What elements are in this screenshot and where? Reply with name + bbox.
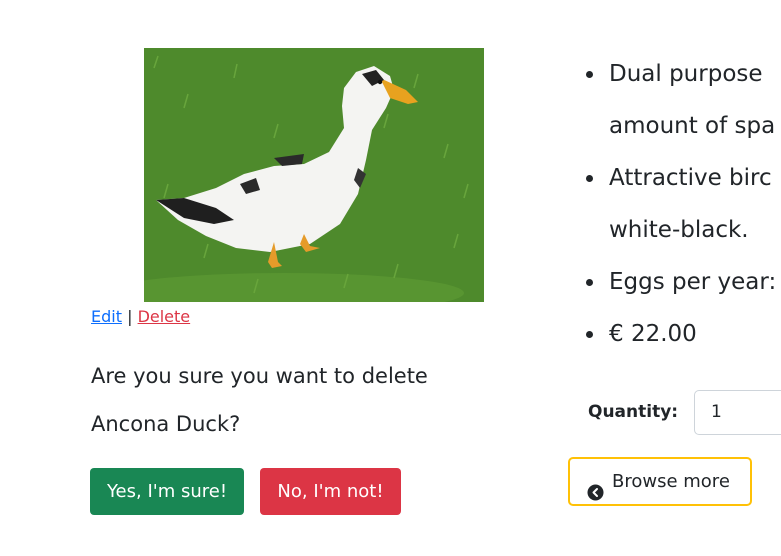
delete-confirmation-question: Are you sure you want to delete Ancona D… <box>91 364 428 436</box>
confirm-delete-button[interactable]: Yes, I'm sure! <box>90 468 244 515</box>
details-list-item: Dual purpose <box>583 48 781 100</box>
cancel-delete-button[interactable]: No, I'm not! <box>260 468 401 515</box>
browse-more-label: Browse more <box>612 471 730 492</box>
product-price: € 22.00 <box>583 308 781 360</box>
product-details: Dual purpose amount of spa Attractive bi… <box>583 48 781 360</box>
product-details-list: Dual purpose amount of spa Attractive bi… <box>583 48 781 360</box>
details-list-item: Eggs per year: <box>583 256 781 308</box>
details-list-item-continuation: amount of spa <box>609 113 776 139</box>
details-list-item-continuation: white-black. <box>609 217 749 243</box>
delete-link[interactable]: Delete <box>138 307 191 326</box>
link-separator: | <box>127 307 133 326</box>
quantity-input[interactable]: 1 <box>694 390 781 435</box>
edit-link[interactable]: Edit <box>91 307 122 326</box>
chevron-left-circle-icon <box>587 473 604 501</box>
admin-links: Edit | Delete <box>91 306 190 328</box>
quantity-label: Quantity: <box>588 402 679 422</box>
product-detail-page: Edit | Delete Are you sure you want to d… <box>0 0 781 556</box>
browse-more-button[interactable]: Browse more <box>568 457 752 506</box>
product-image <box>144 48 484 302</box>
details-list-item: Attractive birc <box>583 152 781 204</box>
